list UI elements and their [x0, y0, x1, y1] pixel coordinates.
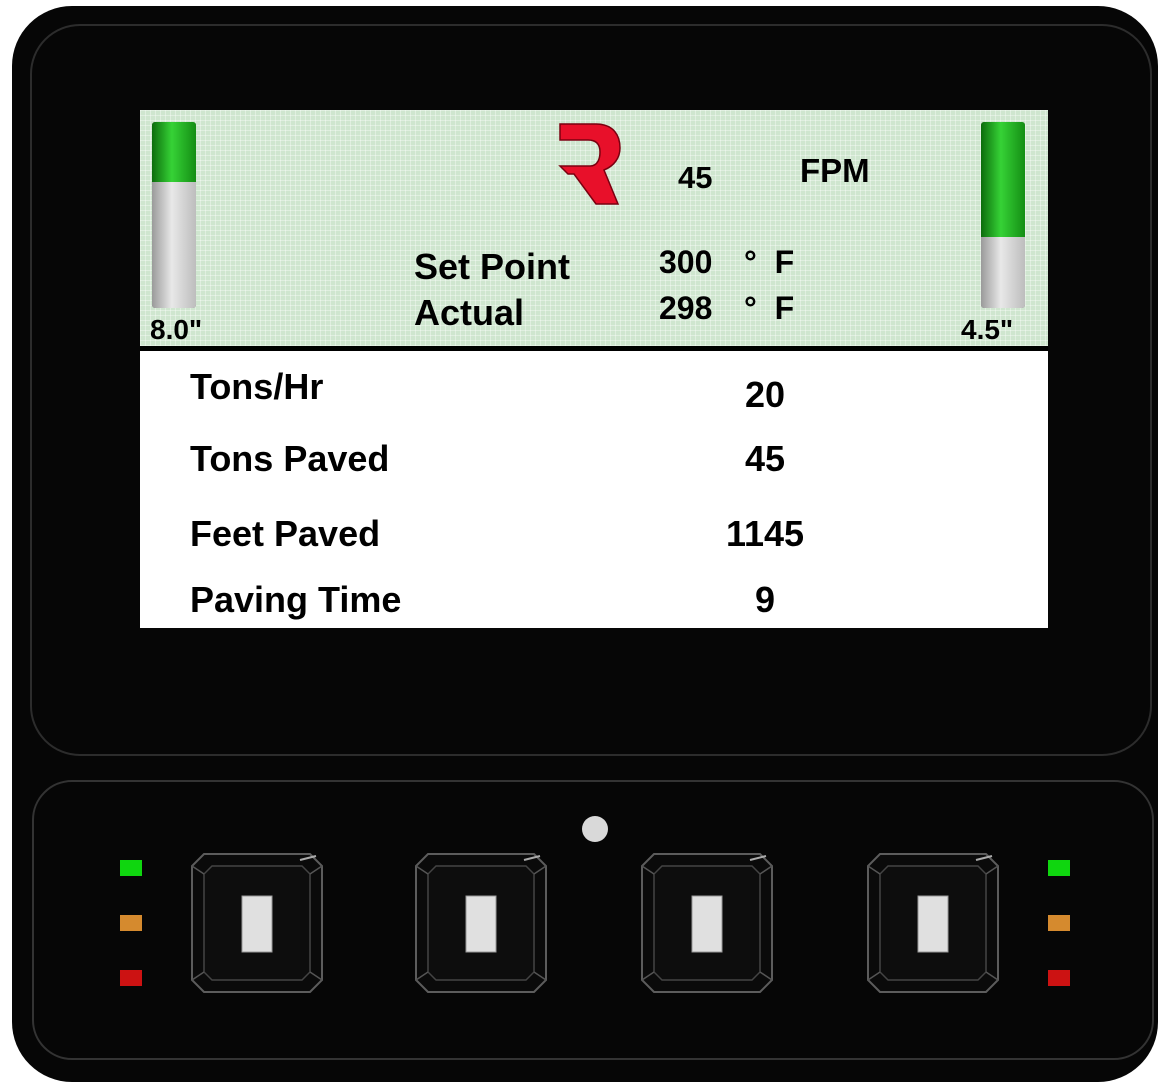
- keycap-icon: [191, 853, 323, 993]
- right-screed-depth-gauge: [981, 122, 1025, 308]
- gauge-fill: [981, 122, 1025, 238]
- keycap-icon: [641, 853, 773, 993]
- right-depth-label: 4.5": [961, 314, 1014, 345]
- tons-paved-label: Tons Paved: [190, 438, 390, 479]
- left-orange-led: [120, 915, 142, 931]
- set-point-label: Set Point: [414, 246, 571, 287]
- soft-key-1[interactable]: [190, 852, 324, 994]
- keycap-icon: [867, 853, 999, 993]
- tons-paved-value: 45: [744, 438, 786, 479]
- status-indicator-light: [582, 816, 608, 842]
- paver-speed-value: 45: [678, 160, 713, 195]
- left-green-led: [120, 860, 142, 876]
- soft-key-2[interactable]: [414, 852, 548, 994]
- keycap-icon: [415, 853, 547, 993]
- tons-per-hour-label: Tons/Hr: [190, 366, 324, 407]
- right-green-led: [1048, 860, 1070, 876]
- left-depth-label: 8.0": [150, 314, 203, 345]
- tons-per-hour-value: 20: [744, 374, 786, 415]
- display-screen: 8.0" 4.5" 45 FPM Set Point 300 ° F Actua…: [140, 110, 1048, 628]
- gauge-fill: [152, 122, 196, 182]
- status-panel: 8.0" 4.5" 45 FPM Set Point 300 ° F Actua…: [140, 110, 1048, 351]
- paver-speed-unit: FPM: [800, 152, 870, 189]
- actual-temp-unit: ° F: [744, 290, 795, 326]
- right-orange-led: [1048, 915, 1070, 931]
- right-red-led: [1048, 970, 1070, 986]
- soft-key-4[interactable]: [866, 852, 1000, 994]
- actual-temp-label: Actual: [414, 292, 525, 333]
- paving-time-label: Paving Time: [190, 579, 402, 620]
- feet-paved-value: 1145: [725, 513, 805, 554]
- feet-paved-label: Feet Paved: [190, 513, 381, 554]
- left-red-led: [120, 970, 142, 986]
- left-screed-depth-gauge: [152, 122, 196, 308]
- set-point-value: 300: [659, 244, 713, 280]
- set-point-unit: ° F: [744, 244, 795, 280]
- soft-key-3[interactable]: [640, 852, 774, 994]
- actual-temp-value: 298: [659, 290, 713, 326]
- roadtec-r-logo-icon: [558, 123, 621, 205]
- paving-time-value: 9: [754, 579, 776, 620]
